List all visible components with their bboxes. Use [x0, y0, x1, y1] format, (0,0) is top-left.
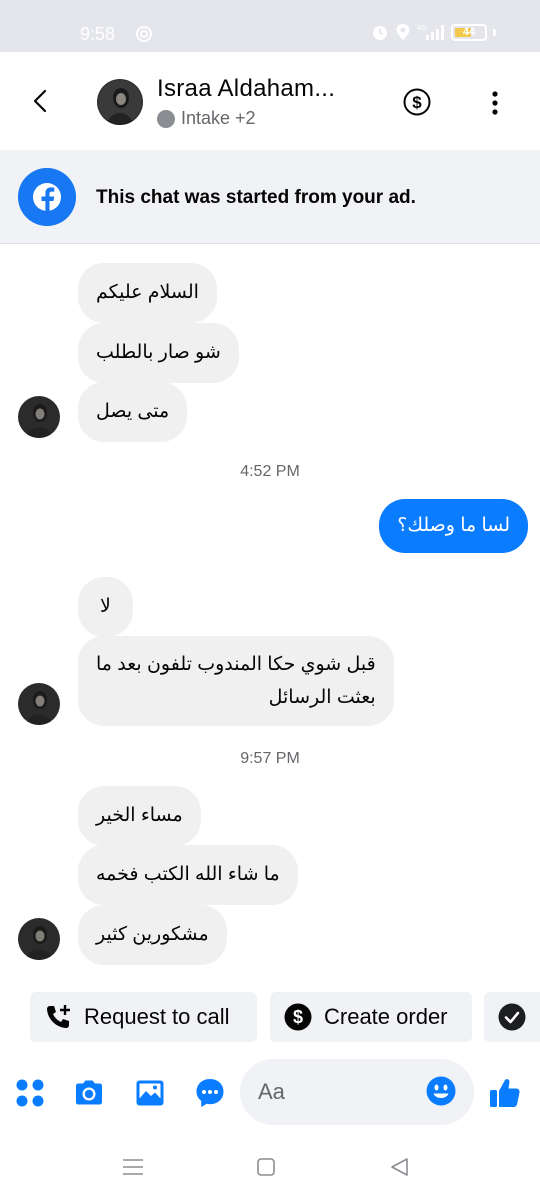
- sender-avatar[interactable]: [18, 396, 60, 438]
- sender-avatar[interactable]: [18, 683, 60, 725]
- status-time: 9:58: [80, 24, 116, 44]
- sender-avatar[interactable]: [18, 918, 60, 960]
- check-circle-icon: [498, 1003, 526, 1031]
- request-call-label: Request to call: [84, 1004, 230, 1029]
- threads-icon: [136, 26, 152, 42]
- back-nav-icon[interactable]: [388, 1156, 410, 1178]
- message-bubble[interactable]: السلام عليكم: [78, 263, 217, 323]
- svg-text:$: $: [293, 1007, 303, 1027]
- dollar-circle-icon: $: [284, 1003, 312, 1031]
- message-bubble[interactable]: قبل شوي حكا المندوب تلفون بعد ما بعثت ال…: [78, 636, 394, 726]
- alarm-icon: [373, 26, 387, 40]
- ad-banner: This chat was started from your ad.: [0, 150, 540, 244]
- status-icons: 4G 44: [371, 23, 496, 41]
- message-timestamp: 4:52 PM: [240, 463, 300, 480]
- apps-icon[interactable]: [14, 1077, 46, 1109]
- facebook-icon: [18, 168, 76, 226]
- chat-header: Israa Aldaham... Intake +2 $: [0, 52, 540, 150]
- svg-text:$: $: [412, 93, 422, 112]
- mark-done-button[interactable]: [484, 992, 540, 1042]
- camera-icon[interactable]: [73, 1077, 105, 1109]
- system-nav-bar: [0, 1140, 540, 1200]
- dollar-icon[interactable]: $: [403, 88, 431, 116]
- battery-level: 44: [462, 26, 476, 38]
- create-order-label: Create order: [324, 1004, 448, 1029]
- recent-apps-icon[interactable]: [122, 1157, 144, 1177]
- message-line: قبل شوي حكا المندوب تلفون بعد ما: [96, 654, 376, 675]
- gallery-icon[interactable]: [134, 1077, 166, 1109]
- location-icon: [396, 24, 410, 40]
- signal-icon: 4G: [417, 25, 444, 40]
- like-icon[interactable]: [488, 1076, 522, 1110]
- message-bubble[interactable]: شو صار بالطلب: [78, 323, 239, 383]
- message-bubble[interactable]: مشكورين كثير: [78, 905, 227, 965]
- message-line: بعثت الرسائل: [268, 687, 376, 708]
- message-bubble[interactable]: متى يصل: [78, 382, 188, 442]
- more-icon[interactable]: [483, 90, 507, 116]
- message-timestamp: 9:57 PM: [240, 750, 300, 767]
- contact-name[interactable]: Israa Aldaham...: [157, 75, 335, 103]
- back-icon[interactable]: [28, 88, 54, 114]
- request-call-button[interactable]: Request to call: [30, 992, 257, 1042]
- home-icon[interactable]: [256, 1157, 276, 1177]
- ad-banner-text: This chat was started from your ad.: [96, 187, 416, 208]
- chat-bubble-icon[interactable]: [194, 1077, 226, 1109]
- message-input-placeholder: Aa: [258, 1079, 285, 1104]
- svg-text:4G: 4G: [417, 25, 426, 32]
- message-bubble[interactable]: مساء الخير: [78, 786, 201, 846]
- message-bubble[interactable]: لا: [78, 577, 133, 637]
- message-bubble-outgoing[interactable]: لسا ما وصلك؟: [379, 499, 528, 553]
- message-bubble[interactable]: ما شاء الله الكتب فخمه: [78, 845, 298, 905]
- label-dot-icon: [157, 109, 175, 128]
- message-input[interactable]: Aa: [240, 1059, 474, 1125]
- contact-avatar[interactable]: [97, 79, 143, 125]
- phone-plus-icon: [47, 1005, 70, 1028]
- create-order-button[interactable]: $ Create order: [270, 992, 472, 1042]
- contact-labels[interactable]: Intake +2: [157, 108, 256, 129]
- label-text: Intake +2: [181, 108, 256, 128]
- battery-indicator: 44: [451, 23, 487, 41]
- status-bar: 9:58 4G 44: [0, 0, 540, 52]
- emoji-icon[interactable]: [426, 1076, 456, 1106]
